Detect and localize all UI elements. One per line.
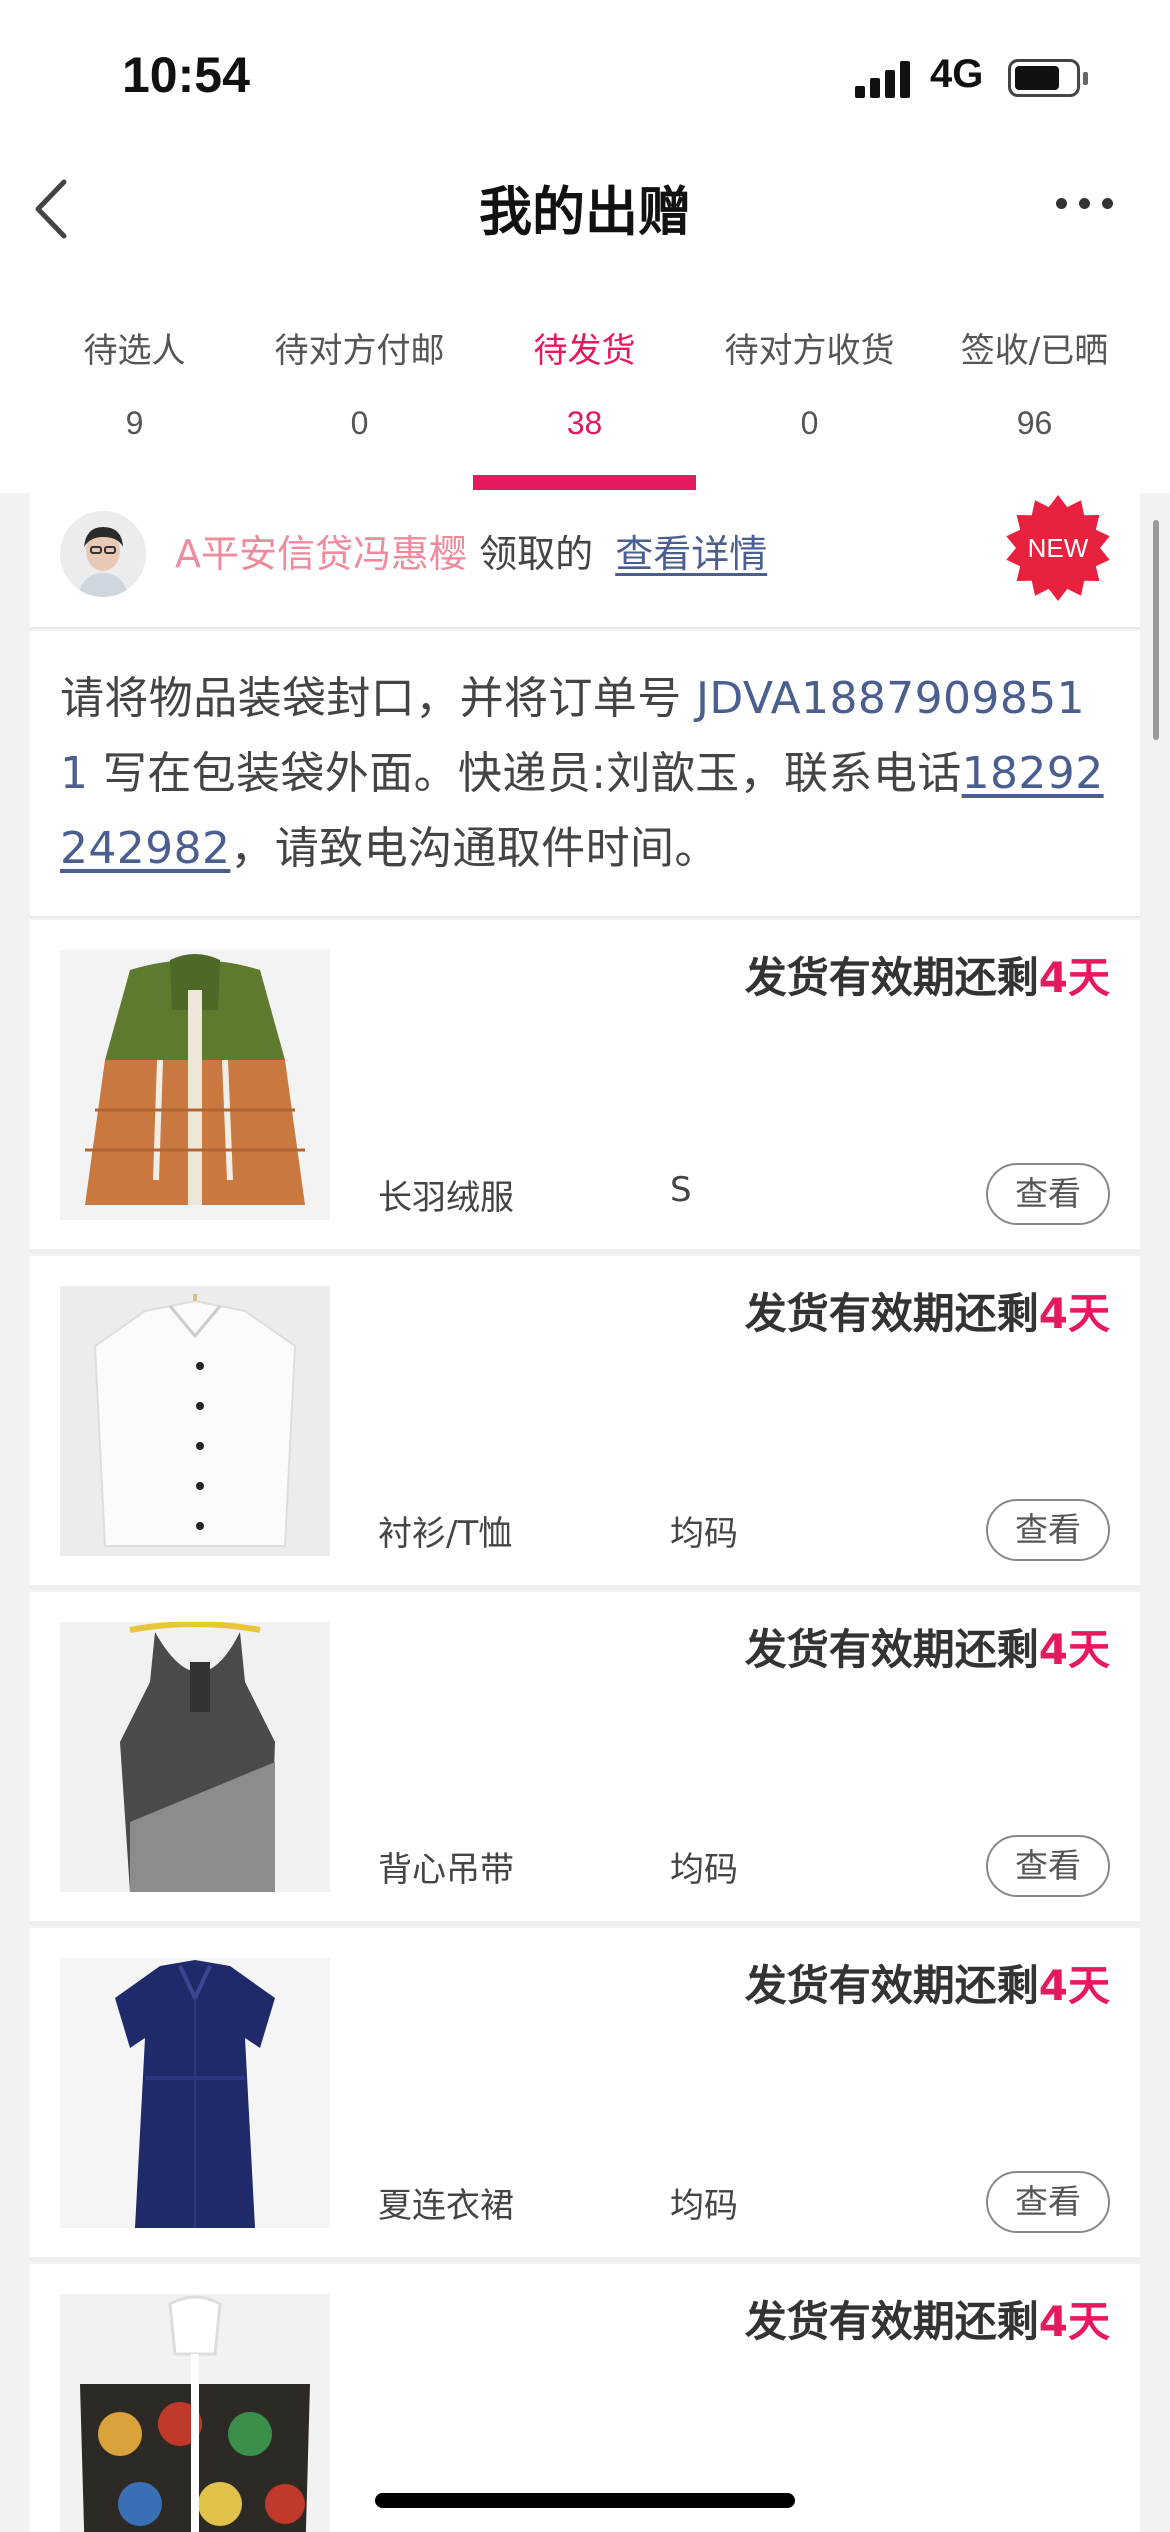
new-badge-text: NEW <box>1028 533 1089 563</box>
shipping-deadline: 发货有效期还剩4天 <box>745 1952 1110 2013</box>
item-name: 背心吊带 <box>378 1850 514 1890</box>
deadline-label: 发货有效期还剩 <box>744 1289 1039 1338</box>
coat-photo <box>60 950 330 1220</box>
shipping-deadline: 发货有效期还剩4天 <box>745 1280 1110 1341</box>
shirt-photo <box>60 1286 330 1556</box>
notice-text: 写在包装袋外面。快递员:刘歆玉，联系电话 <box>102 748 962 799</box>
view-button[interactable]: 查看 <box>986 2171 1110 2233</box>
view-button[interactable]: 查看 <box>986 1163 1110 1225</box>
shipping-deadline: 发货有效期还剩4天 <box>745 2288 1110 2349</box>
shipping-notice: 请将物品装袋封口，并将订单号 JDVA18879098511 写在包装袋外面。快… <box>30 631 1140 918</box>
tab-label: 签收/已晒 <box>960 331 1109 371</box>
home-indicator[interactable] <box>375 2493 795 2508</box>
status-time: 10:54 <box>122 47 250 103</box>
deadline-label: 发货有效期还剩 <box>744 1961 1039 2010</box>
tab-pending-postage[interactable]: 待对方付邮 0 <box>247 323 472 442</box>
item-name: 夏连衣裙 <box>378 2186 514 2226</box>
notice-text: ，请致电沟通取件时间。 <box>230 823 719 874</box>
new-badge: NEW <box>1003 493 1113 603</box>
tab-count: 96 <box>1016 405 1053 441</box>
battery-icon <box>1008 59 1088 97</box>
item-name: 衬衫/T恤 <box>378 1514 513 1554</box>
signal-icon <box>855 60 915 98</box>
giver-name[interactable]: A平安信贷冯惠樱 <box>175 532 467 576</box>
avatar[interactable] <box>60 511 146 597</box>
item-size: 均码 <box>670 1514 738 1554</box>
item-size: 均码 <box>670 2186 738 2226</box>
shorts-photo <box>60 2294 330 2532</box>
tab-pending-receipt[interactable]: 待对方收货 0 <box>697 323 922 442</box>
giver-verb: 领取的 <box>479 532 594 576</box>
tab-received[interactable]: 签收/已晒 96 <box>922 323 1147 442</box>
view-button[interactable]: 查看 <box>986 1499 1110 1561</box>
tab-count: 0 <box>350 405 369 441</box>
status-tabs: 待选人 9 待对方付邮 0 待发货 38 待对方收货 0 签收/已晒 96 <box>0 323 1170 493</box>
scrollbar[interactable] <box>1153 520 1159 740</box>
tab-count: 9 <box>125 405 144 441</box>
deadline-days: 4天 <box>1038 1625 1110 1674</box>
dress-photo <box>60 1958 330 2228</box>
network-type: 4G <box>930 52 984 96</box>
deadline-days: 4天 <box>1038 2297 1110 2346</box>
top-bar: 10:54 4G 我的出赠 待选人 9 待对方付邮 0 待发货 38 待对方收货… <box>0 0 1170 493</box>
tank-top-photo <box>60 1622 330 1892</box>
shipping-deadline: 发货有效期还剩4天 <box>745 1616 1110 1677</box>
deadline-days: 4天 <box>1038 1961 1110 2010</box>
active-tab-indicator <box>473 475 696 490</box>
deadline-days: 4天 <box>1038 953 1110 1002</box>
deadline-label: 发货有效期还剩 <box>744 2297 1039 2346</box>
notice-text: 请将物品装袋封口，并将订单号 <box>60 673 682 724</box>
tab-count: 38 <box>566 405 603 441</box>
item-size: 均码 <box>670 1850 738 1890</box>
shipping-deadline: 发货有效期还剩4天 <box>745 944 1110 1005</box>
tab-label: 待发货 <box>533 331 636 371</box>
list-item[interactable]: 发货有效期还剩4天 长羽绒服 S 查看 <box>30 920 1140 1253</box>
item-size: S <box>670 1170 692 1210</box>
giver-row: A平安信贷冯惠樱 领取的 查看详情 NEW <box>30 493 1140 629</box>
giver-line: A平安信贷冯惠樱 领取的 查看详情 <box>175 523 767 578</box>
screen: 10:54 4G 我的出赠 待选人 9 待对方付邮 0 待发货 38 待对方收货… <box>0 0 1170 2532</box>
view-details-link[interactable]: 查看详情 <box>615 532 767 576</box>
tab-label: 待选人 <box>83 331 186 371</box>
tab-label: 待对方收货 <box>724 331 895 371</box>
list-item[interactable]: 发货有效期还剩4天 衬衫/T恤 均码 查看 <box>30 1256 1140 1589</box>
list-item[interactable]: 发货有效期还剩4天 <box>30 2264 1140 2532</box>
deadline-label: 发货有效期还剩 <box>744 953 1039 1002</box>
tab-pending-select[interactable]: 待选人 9 <box>22 323 247 442</box>
page-title: 我的出赠 <box>479 182 691 243</box>
view-button[interactable]: 查看 <box>986 1835 1110 1897</box>
deadline-label: 发货有效期还剩 <box>744 1625 1039 1674</box>
list-item[interactable]: 发货有效期还剩4天 背心吊带 均码 查看 <box>30 1592 1140 1925</box>
tab-label: 待对方付邮 <box>274 331 445 371</box>
more-icon[interactable] <box>1050 184 1120 224</box>
tab-pending-shipment[interactable]: 待发货 38 <box>472 323 697 442</box>
list-item[interactable]: 发货有效期还剩4天 夏连衣裙 均码 查看 <box>30 1928 1140 2261</box>
deadline-days: 4天 <box>1038 1289 1110 1338</box>
item-name: 长羽绒服 <box>378 1178 514 1218</box>
tab-count: 0 <box>800 405 819 441</box>
